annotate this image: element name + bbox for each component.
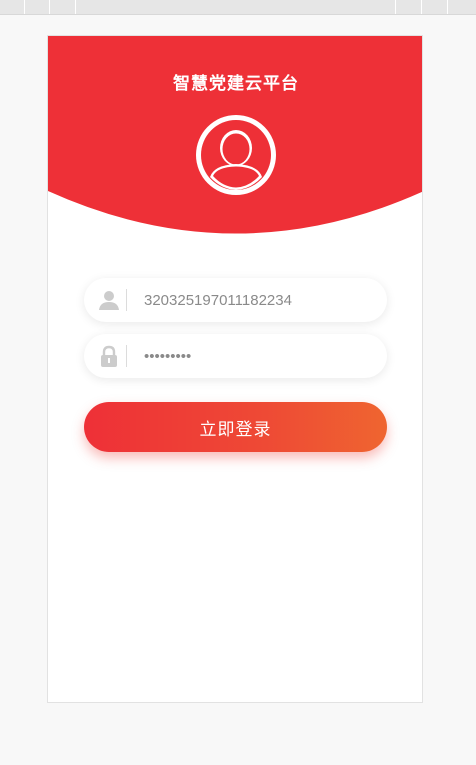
tab-divider (75, 0, 76, 14)
password-input[interactable] (144, 334, 374, 378)
tab-divider (421, 0, 422, 14)
user-avatar-icon (196, 115, 276, 195)
password-field (84, 334, 387, 378)
tab-divider (24, 0, 25, 14)
user-icon (98, 289, 120, 311)
tab-divider (395, 0, 396, 14)
field-divider (126, 345, 127, 367)
username-input[interactable] (144, 278, 374, 322)
app-title: 智慧党建云平台 (173, 74, 299, 94)
tab-divider (49, 0, 50, 14)
login-button[interactable]: 立即登录 (84, 402, 387, 452)
lock-icon (98, 345, 120, 367)
tab-divider (447, 0, 448, 14)
username-field (84, 278, 387, 322)
browser-tab-strip (0, 0, 476, 15)
login-screen: 智慧党建云平台 立即登录 (47, 35, 423, 703)
field-divider (126, 289, 127, 311)
